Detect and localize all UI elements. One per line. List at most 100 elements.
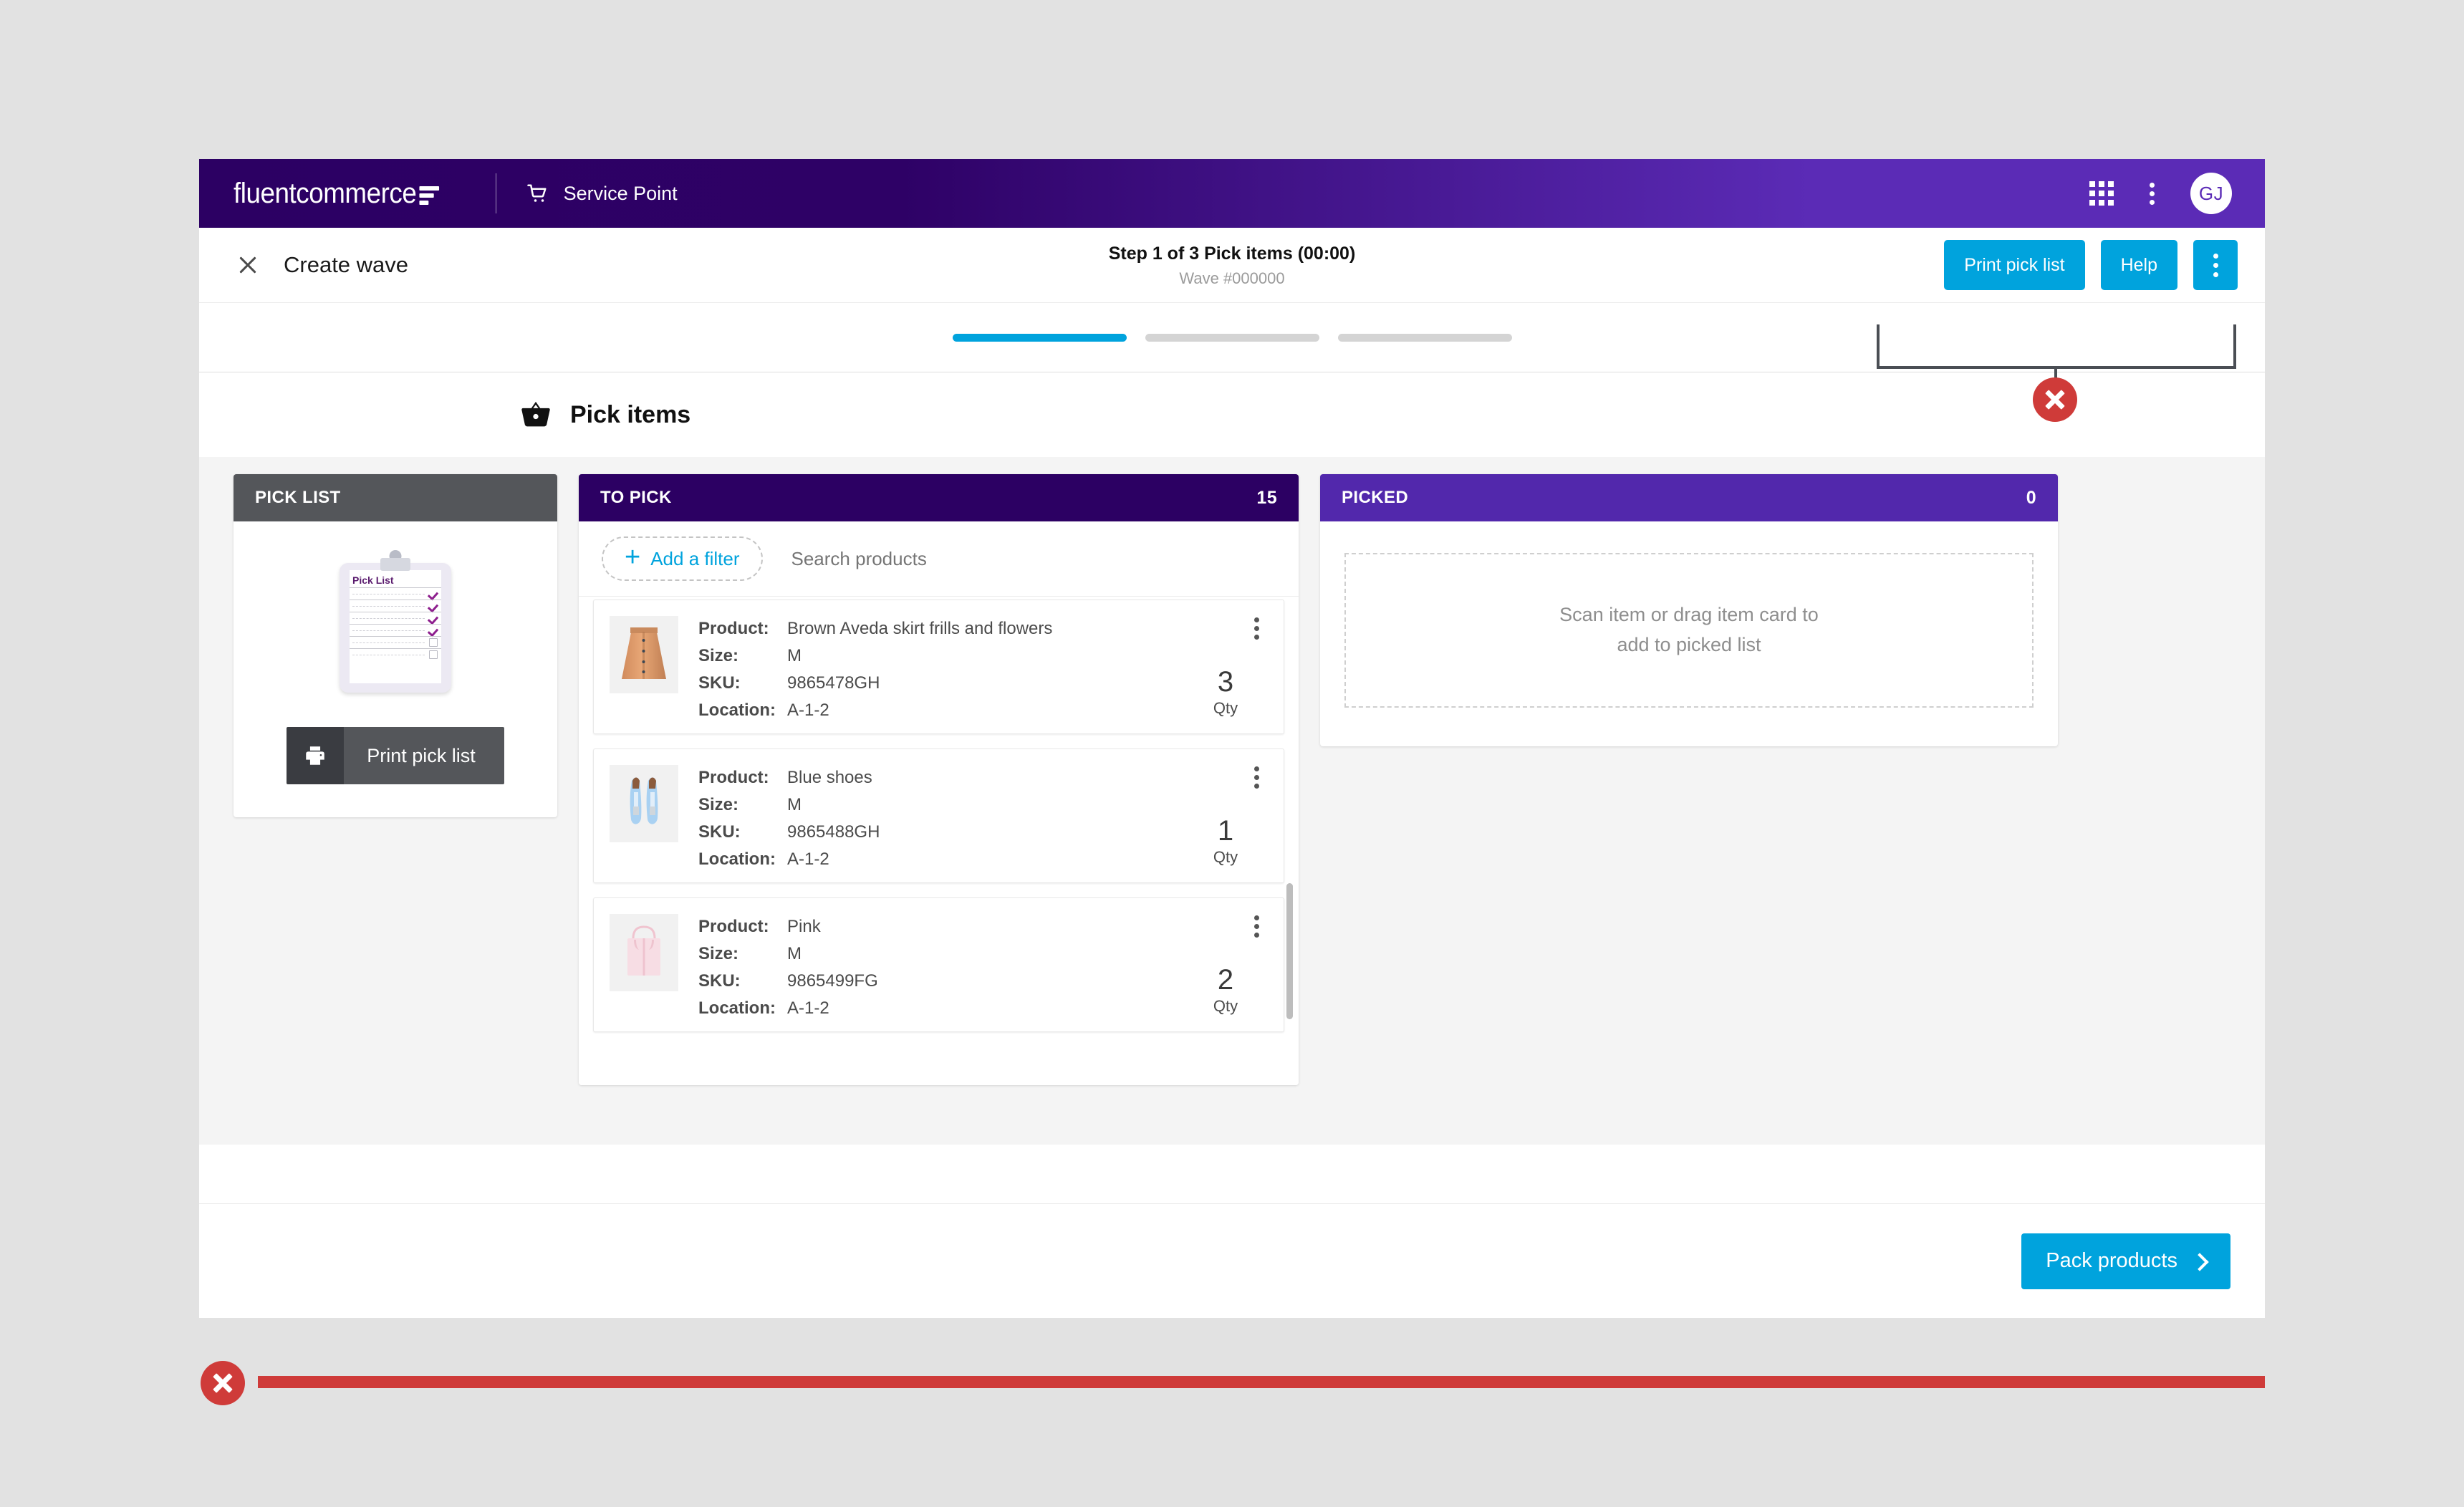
top-navigation-bar: fluentcommerce Service Point xyxy=(199,159,2265,228)
item-fields: Product: Brown Aveda skirt frills and fl… xyxy=(698,616,1186,721)
page-title: Create wave xyxy=(284,252,408,278)
to-pick-panel-header: TO PICK 15 xyxy=(579,474,1299,521)
footer-bar: Pack products xyxy=(199,1203,2265,1318)
blue-shoes-thumbnail-icon xyxy=(610,765,678,842)
shopping-cart-icon xyxy=(526,183,548,204)
sub-header-kebab-menu-icon[interactable] xyxy=(2193,240,2238,290)
picked-panel-header: PICKED 0 xyxy=(1320,474,2058,521)
progress-step-2 xyxy=(1145,334,1319,342)
topbar-kebab-menu-icon[interactable] xyxy=(2142,180,2162,208)
to-pick-panel-title: TO PICK xyxy=(600,488,672,508)
section-title: Pick items xyxy=(570,401,690,429)
logo-text-commerce: commerce xyxy=(296,178,416,210)
help-button[interactable]: Help xyxy=(2101,240,2177,290)
item-right-column: 2 Qty xyxy=(1186,914,1265,1016)
product-value: Pink xyxy=(787,917,1186,937)
to-pick-filter-row: + Add a filter xyxy=(579,521,1299,597)
location-label: Location: xyxy=(698,998,787,1019)
to-pick-count: 15 xyxy=(1256,488,1277,509)
item-right-column: 1 Qty xyxy=(1186,765,1265,867)
product-value: Brown Aveda skirt frills and flowers xyxy=(787,619,1186,639)
item-right-column: 3 Qty xyxy=(1186,616,1265,718)
basket-icon xyxy=(520,400,552,429)
location-label: Location: xyxy=(698,849,787,870)
screenshot-root: fluentcommerce Service Point xyxy=(0,0,2464,1507)
sku-label: SKU: xyxy=(698,673,787,693)
pick-list-panel-body: Pick List xyxy=(234,521,557,817)
sub-header: Create wave Step 1 of 3 Pick items (00:0… xyxy=(199,228,2265,303)
picked-panel-body: Scan item or drag item card to add to pi… xyxy=(1320,521,2058,746)
to-pick-panel: TO PICK 15 + Add a filter xyxy=(579,474,1299,1085)
pick-list-panel-title: PICK LIST xyxy=(255,488,341,508)
pick-list-panel: PICK LIST Pick List xyxy=(234,474,557,817)
qty-label: Qty xyxy=(1213,997,1238,1016)
app-grid-icon[interactable] xyxy=(2089,181,2114,206)
dropzone-line-2: add to picked list xyxy=(1617,630,1761,660)
print-pick-list-button[interactable]: Print pick list xyxy=(1944,240,2084,290)
row-kebab-menu-icon[interactable] xyxy=(1248,765,1265,790)
brand-logo[interactable]: fluentcommerce xyxy=(199,159,457,228)
section-header: Pick items xyxy=(199,372,2265,457)
clipboard-pick-list-illustration-icon: Pick List xyxy=(340,553,451,693)
sku-value: 9865478GH xyxy=(787,673,1186,693)
product-label: Product: xyxy=(698,768,787,788)
dropzone-line-1: Scan item or drag item card to xyxy=(1559,600,1819,630)
error-x-marker-icon-bottom xyxy=(201,1361,245,1405)
logo-text-fluent: fluent xyxy=(234,178,296,210)
picked-count: 0 xyxy=(2026,488,2036,509)
qty-value: 2 xyxy=(1213,966,1238,994)
close-icon[interactable] xyxy=(234,251,262,279)
service-point-label: Service Point xyxy=(564,183,678,205)
progress-step-1 xyxy=(953,334,1127,342)
fluent-logo-mark-icon xyxy=(419,186,439,205)
product-value: Blue shoes xyxy=(787,768,1186,788)
item-fields: Product: Pink Size: M SKU: 9865499FG Loc… xyxy=(698,914,1186,1019)
avatar[interactable]: GJ xyxy=(2190,173,2232,214)
search-input[interactable] xyxy=(790,547,1276,571)
print-pick-list-panel-button[interactable]: Print pick list xyxy=(287,727,504,784)
size-label: Size: xyxy=(698,944,787,964)
row-kebab-menu-icon[interactable] xyxy=(1248,616,1265,641)
add-filter-button[interactable]: + Add a filter xyxy=(602,536,763,581)
qty-value: 3 xyxy=(1213,668,1238,696)
product-label: Product: xyxy=(698,619,787,639)
sku-value: 9865499FG xyxy=(787,971,1186,991)
qty-block: 3 Qty xyxy=(1213,668,1238,718)
service-point-link[interactable]: Service Point xyxy=(526,183,678,205)
size-value: M xyxy=(787,646,1186,666)
callout-bracket xyxy=(1877,324,2236,369)
product-label: Product: xyxy=(698,917,787,937)
qty-value: 1 xyxy=(1213,817,1238,845)
location-value: A-1-2 xyxy=(787,998,1186,1019)
progress-step-3 xyxy=(1338,334,1512,342)
plus-icon: + xyxy=(625,544,640,571)
pink-handbag-thumbnail-icon xyxy=(610,914,678,991)
qty-block: 2 Qty xyxy=(1213,966,1238,1016)
picked-dropzone[interactable]: Scan item or drag item card to add to pi… xyxy=(1344,553,2034,708)
topbar-actions: GJ xyxy=(2089,173,2265,214)
to-pick-list-scrollbar[interactable] xyxy=(1286,883,1293,1019)
add-filter-label: Add a filter xyxy=(650,548,739,570)
sku-label: SKU: xyxy=(698,822,787,842)
size-value: M xyxy=(787,944,1186,964)
qty-label: Qty xyxy=(1213,848,1238,867)
print-pick-list-panel-label: Print pick list xyxy=(344,727,504,784)
brown-skirt-thumbnail-icon xyxy=(610,616,678,693)
pack-products-button[interactable]: Pack products xyxy=(2021,1233,2230,1289)
chevron-right-icon xyxy=(2190,1253,2208,1271)
sku-value: 9865488GH xyxy=(787,822,1186,842)
item-fields: Product: Blue shoes Size: M SKU: 9865488… xyxy=(698,765,1186,870)
table-row[interactable]: Product: Brown Aveda skirt frills and fl… xyxy=(593,600,1284,734)
qty-label: Qty xyxy=(1213,699,1238,718)
red-underline-bar xyxy=(258,1376,2265,1388)
to-pick-item-list: Product: Brown Aveda skirt frills and fl… xyxy=(579,597,1299,1085)
row-kebab-menu-icon[interactable] xyxy=(1248,914,1265,939)
table-row[interactable]: Product: Blue shoes Size: M SKU: 9865488… xyxy=(593,748,1284,883)
error-x-marker-icon-top xyxy=(2033,377,2077,422)
size-label: Size: xyxy=(698,795,787,815)
table-row[interactable]: Product: Pink Size: M SKU: 9865499FG Loc… xyxy=(593,897,1284,1032)
size-value: M xyxy=(787,795,1186,815)
pick-board: PICK LIST Pick List xyxy=(199,457,2265,1145)
sku-label: SKU: xyxy=(698,971,787,991)
location-value: A-1-2 xyxy=(787,849,1186,870)
